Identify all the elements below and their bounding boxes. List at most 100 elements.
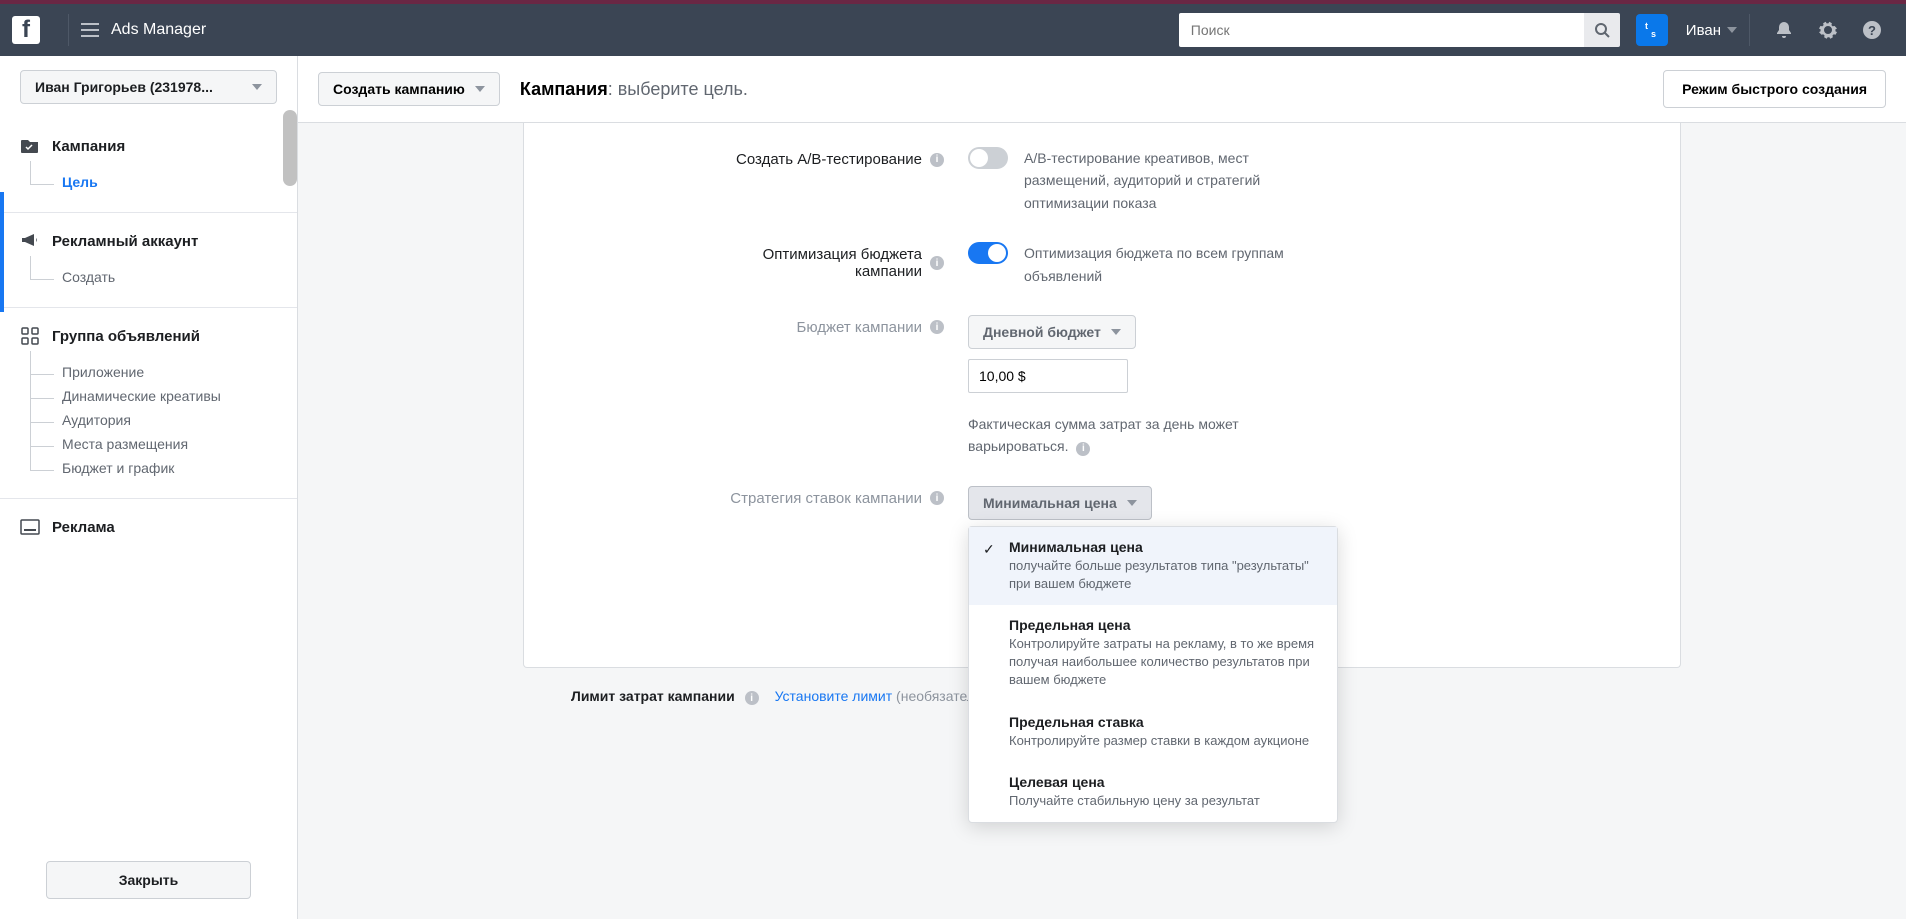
facebook-logo-icon[interactable]: f [12,16,40,44]
tree-branch-icon [30,423,54,447]
help-icon[interactable]: ? [1862,20,1882,40]
megaphone-icon [20,231,40,251]
caret-down-icon [252,84,262,90]
info-icon[interactable]: i [745,691,759,705]
budget-note: Фактическая сумма затрат за день может в… [968,413,1288,458]
sidebar-section-adset: Группа объявлений Приложение Динамически… [0,308,297,499]
search-container [1179,13,1620,47]
bid-strategy-dropdown: ✓ Минимальная цена получайте больше резуль… [968,526,1338,823]
sidebar-section-campaign: Кампания Цель [0,118,297,213]
dropdown-item-desc: Контролируйте размер ставки в каждом аук… [1009,732,1321,750]
menu-icon[interactable] [81,23,99,37]
sidebar-item-placements[interactable]: Места размещения [30,432,277,456]
info-icon[interactable]: i [1076,442,1090,456]
bid-strategy-select[interactable]: Минимальная цена [968,486,1152,520]
tree-branch-icon [30,351,54,375]
row-campaign-budget: Бюджет кампании i Дневной бюджет Фактиче… [564,301,1640,472]
sidebar-item-app[interactable]: Приложение [30,360,277,384]
divider [1749,14,1750,46]
content-scroll[interactable]: Создать A/B-тестирование i A/B-тестирова… [298,123,1906,919]
row-ab-test: Создать A/B-тестирование i A/B-тестирова… [564,133,1640,228]
info-icon[interactable]: i [930,491,944,505]
dropdown-item[interactable]: Целевая цена Получайте стабильную цену за… [969,762,1337,822]
caret-down-icon [1111,329,1121,335]
dropdown-item-title: Предельная ставка [1009,714,1321,730]
info-icon[interactable]: i [930,320,944,334]
dropdown-item[interactable]: ✓ Минимальная цена получайте больше резуль… [969,527,1337,605]
active-marker [0,192,4,312]
user-name[interactable]: Иван [1686,22,1721,39]
main-area: Создать кампанию Кампания: выберите цель… [298,56,1906,919]
svg-text:s: s [1651,29,1656,39]
label-bid-strategy: Стратегия ставок кампании i [564,486,944,507]
dropdown-item-desc: Получайте стабильную цену за результат [1009,792,1321,810]
info-icon[interactable]: i [930,153,944,167]
ts-badge-icon[interactable]: ts [1636,14,1668,46]
tree-branch-icon [30,161,54,185]
sidebar: Иван Григорьев (231978... Кампания Цель [0,56,298,919]
settings-icon[interactable] [1818,20,1838,40]
sidebar-item-budget-schedule[interactable]: Бюджет и график [30,456,277,480]
svg-text:?: ? [1868,23,1876,38]
search-icon [1594,22,1610,38]
ab-test-desc: A/B-тестирование креативов, мест размеще… [1024,147,1304,214]
grid-icon [20,326,40,346]
account-label: Иван Григорьев (231978... [35,79,213,95]
sidebar-item-create-account[interactable]: Создать [30,265,277,289]
ts-glyph-icon: ts [1643,21,1661,39]
notifications-icon[interactable] [1774,20,1794,40]
sidebar-item-audience[interactable]: Аудитория [30,408,277,432]
search-button[interactable] [1584,13,1620,47]
caret-down-icon [475,86,485,92]
tree-branch-icon [30,375,54,399]
tree-branch-icon [30,399,54,423]
dropdown-item[interactable]: Предельная ценаКонтролируйте затраты на … [969,605,1337,702]
create-campaign-dropdown[interactable]: Создать кампанию [318,72,500,106]
dropdown-item-desc: получайте больше результатов типа "резул… [1009,557,1321,593]
ad-icon [20,517,40,537]
set-limit-link[interactable]: Установите лимит [775,688,893,704]
layout: Иван Григорьев (231978... Кампания Цель [0,56,1906,919]
tree-branch-icon [30,447,54,471]
dropdown-item-title: Минимальная цена [1009,539,1321,555]
sidebar-heading-ad-account[interactable]: Рекламный аккаунт [20,231,277,251]
dropdown-item-title: Целевая цена [1009,774,1321,790]
dropdown-item[interactable]: Предельная ставка Контролируйте размер ст… [969,702,1337,762]
ab-test-toggle[interactable] [968,147,1008,169]
svg-text:t: t [1645,21,1648,31]
sidebar-heading-campaign[interactable]: Кампания [20,136,277,156]
account-selector[interactable]: Иван Григорьев (231978... [20,70,277,104]
close-button[interactable]: Закрыть [46,861,251,899]
divider [68,14,69,46]
row-bid-strategy: Стратегия ставок кампании i Минимальная … [564,472,1640,534]
folder-check-icon [20,136,40,156]
row-budget-opt: Оптимизация бюджета кампании i Оптимизац… [564,228,1640,301]
sidebar-heading-adset[interactable]: Группа объявлений [20,326,277,346]
label-campaign-budget: Бюджет кампании i [564,315,944,336]
scrollbar-thumb[interactable] [283,110,297,186]
label-budget-opt: Оптимизация бюджета кампании i [564,242,944,280]
tree-branch-icon [30,256,54,280]
sidebar-item-objective[interactable]: Цель [30,170,277,194]
budget-type-select[interactable]: Дневной бюджет [968,315,1136,349]
budget-opt-toggle[interactable] [968,242,1008,264]
budget-opt-desc: Оптимизация бюджета по всем группам объя… [1024,242,1324,287]
sidebar-section-ad: Реклама [0,499,297,569]
sidebar-item-dynamic-creatives[interactable]: Динамические креативы [30,384,277,408]
budget-value-input[interactable] [968,359,1128,393]
user-caret-icon[interactable] [1727,27,1737,33]
quick-creation-button[interactable]: Режим быстрого создания [1663,70,1886,108]
search-input[interactable] [1179,13,1584,47]
info-icon[interactable]: i [930,256,944,270]
sidebar-section-ad-account: Рекламный аккаунт Создать [0,213,297,308]
form-panel: Создать A/B-тестирование i A/B-тестирова… [523,123,1681,668]
sidebar-heading-ad[interactable]: Реклама [20,517,277,537]
label-ab-test: Создать A/B-тестирование i [564,147,944,168]
caret-down-icon [1127,500,1137,506]
topbar: f Ads Manager ts Иван ? [0,4,1906,56]
app-title[interactable]: Ads Manager [111,21,206,39]
check-icon: ✓ [983,541,995,558]
main-header: Создать кампанию Кампания: выберите цель… [298,56,1906,123]
dropdown-item-title: Предельная цена [1009,617,1321,633]
spend-limit-label: Лимит затрат кампании i [571,688,759,706]
